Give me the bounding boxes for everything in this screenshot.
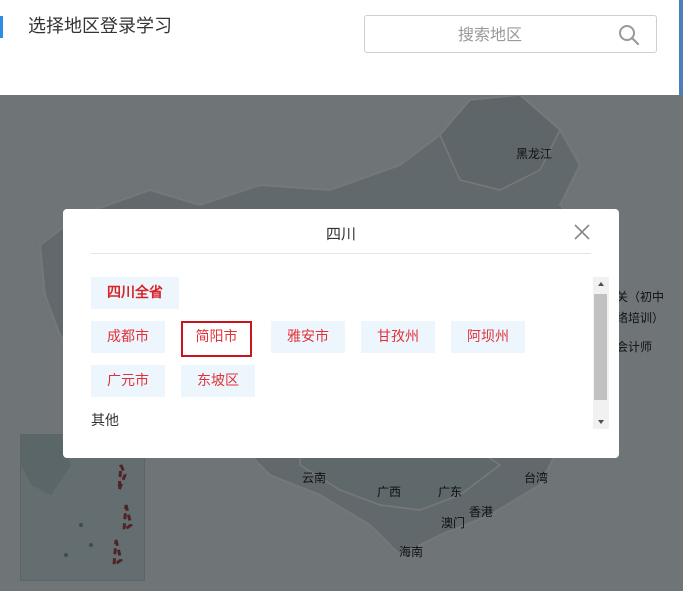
search-icon[interactable] [618,24,640,46]
region-chip-guangyuan[interactable]: 广元市 [91,365,165,397]
region-chip-ganzi[interactable]: 甘孜州 [361,321,435,353]
region-chip-jianyang[interactable]: 简阳市 [181,321,252,357]
scroll-up-arrow-icon[interactable] [593,277,609,291]
header: 选择地区登录学习 [0,0,683,130]
region-chip-province-all[interactable]: 四川全省 [91,277,179,309]
search-input[interactable] [365,16,615,52]
region-chip-chengdu[interactable]: 成都市 [91,321,165,353]
page-title: 选择地区登录学习 [28,16,172,37]
close-icon[interactable] [571,221,593,243]
other-regions-label[interactable]: 其他 [91,410,119,430]
scroll-down-arrow-icon[interactable] [593,415,609,429]
region-chip-yaan[interactable]: 雅安市 [271,321,345,353]
search-box[interactable] [364,15,657,53]
dialog-scrollbar[interactable] [593,277,609,429]
region-chip-dongpo[interactable]: 东坡区 [181,365,255,397]
dialog-title: 四川 [325,225,356,243]
region-list: 四川全省 成都市 简阳市 雅安市 甘孜州 阿坝州 广元市 东坡区 其他 [91,277,591,437]
region-select-dialog: 四川 四川全省 成都市 简阳市 雅安市 甘孜州 阿坝州 广元市 东坡区 其他 [63,209,619,458]
region-chip-aba[interactable]: 阿坝州 [451,321,525,353]
dialog-divider [91,253,591,254]
scrollbar-thumb[interactable] [594,294,607,400]
header-accent-bar [0,16,3,38]
